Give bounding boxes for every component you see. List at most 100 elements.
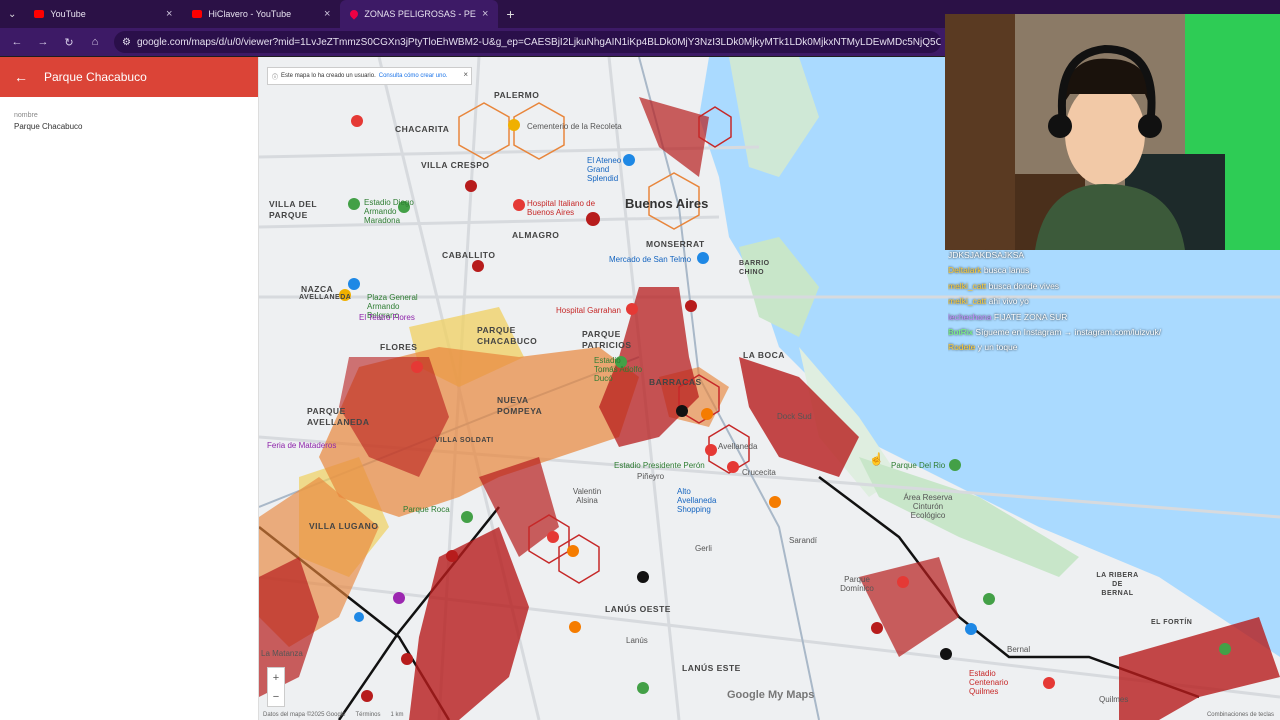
map-label: LANÚS OESTE (605, 604, 671, 614)
map-label: PARQUE PATRICIOS (582, 329, 632, 350)
tab-hiclavero[interactable]: HiClavero - YouTube × (182, 0, 340, 28)
map-label: El Ateneo Grand Splendid (587, 156, 622, 183)
tab-title: YouTube (50, 9, 86, 19)
map-label: AVELLANEDA (299, 294, 352, 301)
tab-search-chevron-icon[interactable]: ⌄ (0, 9, 24, 20)
zoom-out-button[interactable]: − (273, 691, 279, 703)
map-label: PARQUE CHACABUCO (477, 325, 538, 346)
notice-link[interactable]: Consulta cómo crear uno. (379, 73, 448, 79)
reload-icon[interactable]: ↻ (62, 36, 76, 49)
map-label: Cementerio de la Recoleta (527, 122, 622, 131)
chat-message: JDKSJAKDSAJKSA (948, 250, 1025, 260)
map-label: VILLA DEL PARQUE (269, 199, 317, 220)
map-label: Parque Del Rio (891, 461, 946, 470)
chat-message: melki_catt ahi vivo yo (948, 296, 1029, 307)
terms-link[interactable]: Términos (355, 712, 380, 718)
map-label: LA RIBERA DE BERNAL (1096, 572, 1139, 597)
field-label: nombre (14, 112, 38, 119)
google-my-maps-watermark: Google My Maps (727, 689, 815, 701)
map-attribution: Datos del mapa ©2025 Google (263, 712, 346, 718)
back-arrow-icon[interactable]: ← (14, 69, 28, 85)
chat-message: melki_catt busca donde vives (948, 280, 1060, 291)
info-icon: ⓘ (272, 74, 279, 81)
site-info-icon[interactable]: ⚙ (122, 37, 131, 48)
tab-title: ZONAS PELIGROSAS - PEYANE (364, 9, 476, 19)
map-label: CHACARITA (395, 124, 450, 134)
map-label: PARQUE AVELLANEDA (307, 406, 370, 427)
home-icon[interactable]: ⌂ (88, 36, 102, 48)
map-label: Bernal (1007, 645, 1031, 654)
map-label: VILLA LUGANO (309, 521, 379, 531)
browser-toolbar: ← → ↻ ⌂ ⚙ google.com/maps/d/u/0/viewer?m… (0, 28, 945, 56)
map-label: NAZCA (301, 284, 334, 294)
panel-title: Parque Chacabuco (44, 70, 147, 84)
map-label: Buenos Aires (625, 196, 709, 211)
forward-arrow-icon[interactable]: → (36, 36, 50, 48)
youtube-icon (192, 10, 203, 18)
zone-red-villa-fiorito (409, 527, 529, 720)
youtube-icon (34, 10, 45, 18)
close-icon[interactable]: × (463, 70, 468, 79)
tab-title: HiClavero - YouTube (208, 9, 292, 19)
map-label: Área Reserva Cinturón Ecológico (903, 493, 953, 520)
google-maps-icon (348, 8, 361, 20)
map-label: Sarandí (789, 536, 818, 545)
map-label: BARRACAS (649, 377, 702, 387)
chat-message: lechechona FIJATE ZONA SUR (948, 311, 1068, 322)
map-label: VILLA SOLDATI (435, 437, 494, 444)
map-label: LANÚS ESTE (682, 663, 741, 673)
user-map-notice: ⓘ Este mapa lo ha creado un usuario. Con… (267, 67, 472, 85)
map-label: Estadio Tomás Adolfo Ducó (594, 356, 643, 383)
map-label: La Matanza (261, 649, 303, 658)
tab-zonas-peligrosas[interactable]: ZONAS PELIGROSAS - PEYANE × (340, 0, 499, 28)
webcam-overlay (945, 14, 1280, 250)
zone-red-quilmes (1119, 617, 1280, 720)
map-label: Hospital Garrahan (556, 306, 621, 315)
tab-youtube[interactable]: YouTube × (24, 0, 182, 28)
map-label: Lanús (626, 636, 648, 645)
map-label: Estadio Centenario Quilmes (969, 669, 1009, 696)
map-label: Parque Roca (403, 505, 450, 514)
map-label: BARRIO CHINO (739, 260, 770, 276)
map-label: Dock Sud (777, 412, 812, 421)
chat-message: BotRix Sígueme en Instagram → instagram.… (948, 326, 1162, 337)
hand-cursor-icon: ☝ (869, 452, 884, 466)
close-tab-icon[interactable]: × (324, 8, 330, 20)
map-label: Parque Domínico (840, 575, 874, 593)
map-label: CABALLITO (442, 250, 496, 260)
url-text: google.com/maps/d/u/0/viewer?mid=1LvJeZT… (136, 36, 941, 48)
map-label: Feria de Mataderos (267, 441, 337, 450)
map-label: Estadio Presidente Perón (614, 461, 705, 470)
map-label: LA BOCA (743, 350, 785, 360)
map-label: Alto Avellaneda Shopping (677, 487, 717, 514)
address-bar[interactable]: ⚙ google.com/maps/d/u/0/viewer?mid=1LvJe… (114, 31, 941, 53)
map-label: Estadio Diego Armando Maradona (364, 198, 414, 225)
feature-detail-panel: ← Parque Chacabuco nombre Parque Chacabu… (0, 57, 259, 720)
keyboard-shortcuts-link[interactable]: Combinaciones de teclas (1207, 712, 1280, 718)
close-tab-icon[interactable]: × (482, 8, 488, 20)
map-label: Gerli (695, 544, 712, 553)
map-label: PALERMO (494, 90, 540, 100)
map-label: Piñeyro (637, 472, 665, 481)
zoom-in-button[interactable]: + (273, 672, 279, 684)
new-tab-button[interactable]: + (498, 6, 522, 22)
map-label: El Teatro Flores (359, 313, 415, 322)
back-arrow-icon[interactable]: ← (10, 36, 24, 48)
stream-chat-overlay: JDKSJAKDSAJKSA Deltalark busca lanus mel… (945, 248, 1280, 358)
scale-bar: 1 km (390, 712, 404, 718)
zoom-control: + − (267, 667, 285, 707)
zone-red-villa-dominico (859, 557, 959, 657)
map-label: Quilmes (1099, 695, 1129, 704)
map-label: NUEVA POMPEYA (497, 395, 543, 416)
map-label: Mercado de San Telmo (609, 255, 692, 264)
map-label: Valentin Alsina (572, 487, 602, 505)
map-label: FLORES (380, 342, 418, 352)
chat-message: Rodete y un toque (948, 342, 1018, 353)
map-label: Crucecita (742, 468, 776, 477)
notice-text: Este mapa lo ha creado un usuario. (281, 73, 376, 79)
webcam-image (945, 14, 1280, 250)
map-label: VILLA CRESPO (421, 160, 490, 170)
chat-message: Deltalark busca lanus (948, 265, 1030, 276)
close-tab-icon[interactable]: × (166, 8, 172, 20)
map-label: EL FORTÍN (1151, 619, 1193, 626)
